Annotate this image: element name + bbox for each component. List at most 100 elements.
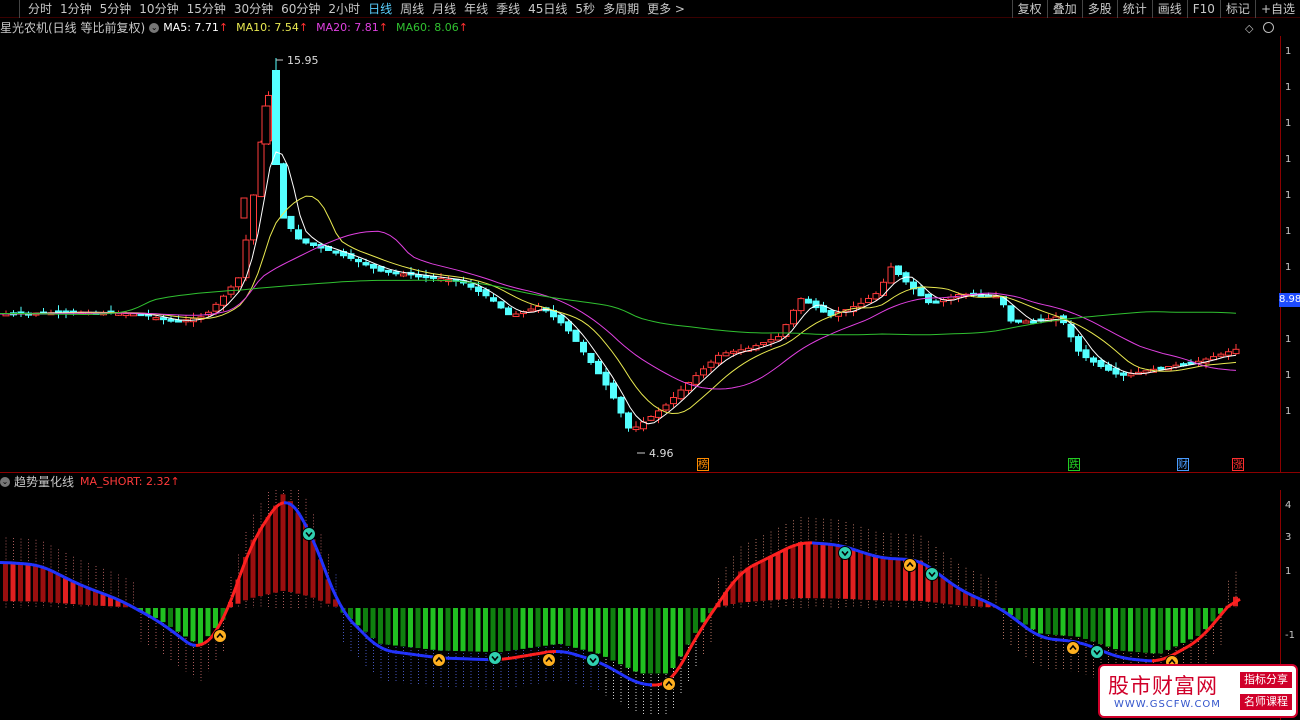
tab-2[interactable]: 5分钟: [96, 0, 136, 18]
trend-segment: [871, 553, 877, 558]
indicator-bar: [678, 608, 683, 657]
tool-button-2[interactable]: 多股: [1081, 0, 1117, 18]
candle-body: [295, 229, 302, 240]
trend-segment: [1179, 647, 1185, 653]
indicator-bar: [183, 608, 188, 637]
tool-button-5[interactable]: F10: [1186, 0, 1220, 18]
indicator-settings-icon[interactable]: ⌄: [0, 477, 10, 487]
tab-13[interactable]: 45日线: [524, 0, 571, 18]
tab-4[interactable]: 15分钟: [183, 0, 230, 18]
tab-7[interactable]: 2小时: [324, 0, 364, 18]
tool-button-0[interactable]: 复权: [1011, 0, 1047, 18]
trend-segment: [1235, 597, 1241, 603]
trend-segment: [763, 556, 769, 562]
event-marker[interactable]: 榜: [697, 458, 709, 471]
tab-6[interactable]: 60分钟: [277, 0, 324, 18]
trend-segment: [643, 682, 649, 687]
trend-segment: [411, 652, 417, 657]
trend-segment: [35, 563, 41, 568]
indicator-bar: [33, 564, 38, 602]
tab-12[interactable]: 季线: [492, 0, 524, 18]
indicator-bar: [1060, 608, 1066, 636]
price-axis-label: 1: [1285, 154, 1292, 165]
buy-signal-icon: [1066, 641, 1080, 655]
indicator-axis-label: -1: [1285, 630, 1295, 641]
tab-9[interactable]: 周线: [396, 0, 428, 18]
event-marker[interactable]: 涨: [1232, 458, 1244, 471]
indicator-bar: [258, 528, 263, 597]
trend-segment: [611, 667, 617, 673]
trend-segment: [619, 672, 625, 678]
trend-segment: [103, 592, 109, 597]
trend-segment: [670, 670, 678, 678]
indicator-chart[interactable]: [0, 490, 1280, 720]
tab-8[interactable]: 日线: [364, 0, 396, 18]
indicator-bars: [3, 494, 1238, 674]
indicator-bar: [93, 591, 98, 606]
tab-11[interactable]: 年线: [460, 0, 492, 18]
trend-segment: [171, 629, 177, 636]
tab-15[interactable]: 多周期: [599, 0, 643, 18]
indicator-bar: [70, 581, 76, 605]
event-marker[interactable]: 财: [1177, 458, 1189, 471]
indicator-bar: [865, 554, 871, 600]
tab-3[interactable]: 10分钟: [135, 0, 182, 18]
tab-14[interactable]: 5秒: [571, 0, 599, 18]
indicator-bar: [565, 608, 571, 646]
buy-signal-icon: [542, 653, 556, 667]
indicator-bar: [295, 512, 301, 594]
indicator-bar: [768, 556, 773, 601]
indicator-axis-label: 4: [1285, 500, 1292, 511]
tab-5[interactable]: 30分钟: [230, 0, 277, 18]
candle-body: [655, 410, 662, 418]
tool-button-7[interactable]: +自选: [1254, 0, 1300, 18]
indicator-bar: [498, 608, 503, 653]
candle-body: [692, 375, 700, 385]
price-axis-label: 1: [1285, 226, 1292, 237]
candle-body: [1090, 357, 1097, 363]
candle-body: [160, 317, 167, 321]
trend-segment: [1079, 641, 1085, 646]
tool-button-4[interactable]: 画线: [1151, 0, 1187, 18]
tab-10[interactable]: 月线: [428, 0, 460, 18]
circle-icon[interactable]: [1263, 22, 1274, 33]
candlestick-chart[interactable]: 15.95 4.96: [0, 36, 1280, 472]
diamond-icon[interactable]: ◇: [1245, 22, 1253, 35]
trend-segment: [314, 546, 322, 558]
indicator-bar: [663, 608, 668, 674]
candle-body: [512, 313, 520, 317]
ma20-label: MA20: 7.81↑: [316, 21, 388, 34]
tab-16[interactable]: 更多 >: [643, 0, 689, 18]
indicator-bar: [1068, 608, 1073, 637]
candle-body: [167, 318, 175, 322]
settings-circle-icon[interactable]: ⌄: [149, 23, 160, 33]
trend-segment: [787, 544, 793, 550]
indicator-bar: [693, 608, 698, 633]
candle-body: [310, 242, 317, 247]
trend-segment: [799, 541, 805, 546]
candle-body: [490, 297, 497, 302]
candle-body: [880, 281, 887, 296]
tab-1[interactable]: 1分钟: [56, 0, 96, 18]
indicator-bar: [588, 608, 593, 652]
candle-body: [617, 396, 625, 414]
tool-button-1[interactable]: 叠加: [1046, 0, 1082, 18]
candle-body: [257, 141, 265, 198]
tab-0[interactable]: 分时: [24, 0, 56, 18]
event-marker[interactable]: 跌: [1068, 458, 1080, 471]
trend-segment: [187, 641, 193, 647]
indicator-bar: [85, 588, 91, 606]
trend-segment: [279, 501, 285, 506]
trend-segment: [298, 514, 306, 523]
trend-segment: [1111, 653, 1117, 658]
indicator-bar: [888, 558, 893, 601]
candle-body: [467, 283, 475, 288]
ma60-label: MA60: 8.06↑: [396, 21, 468, 34]
indicator-bar: [25, 564, 31, 602]
tool-button-3[interactable]: 统计: [1116, 0, 1152, 18]
candle-body: [587, 353, 595, 363]
tool-button-6[interactable]: 标记: [1219, 0, 1255, 18]
trend-segment: [919, 561, 925, 566]
candle-body: [362, 262, 370, 266]
trend-segment: [859, 550, 865, 555]
